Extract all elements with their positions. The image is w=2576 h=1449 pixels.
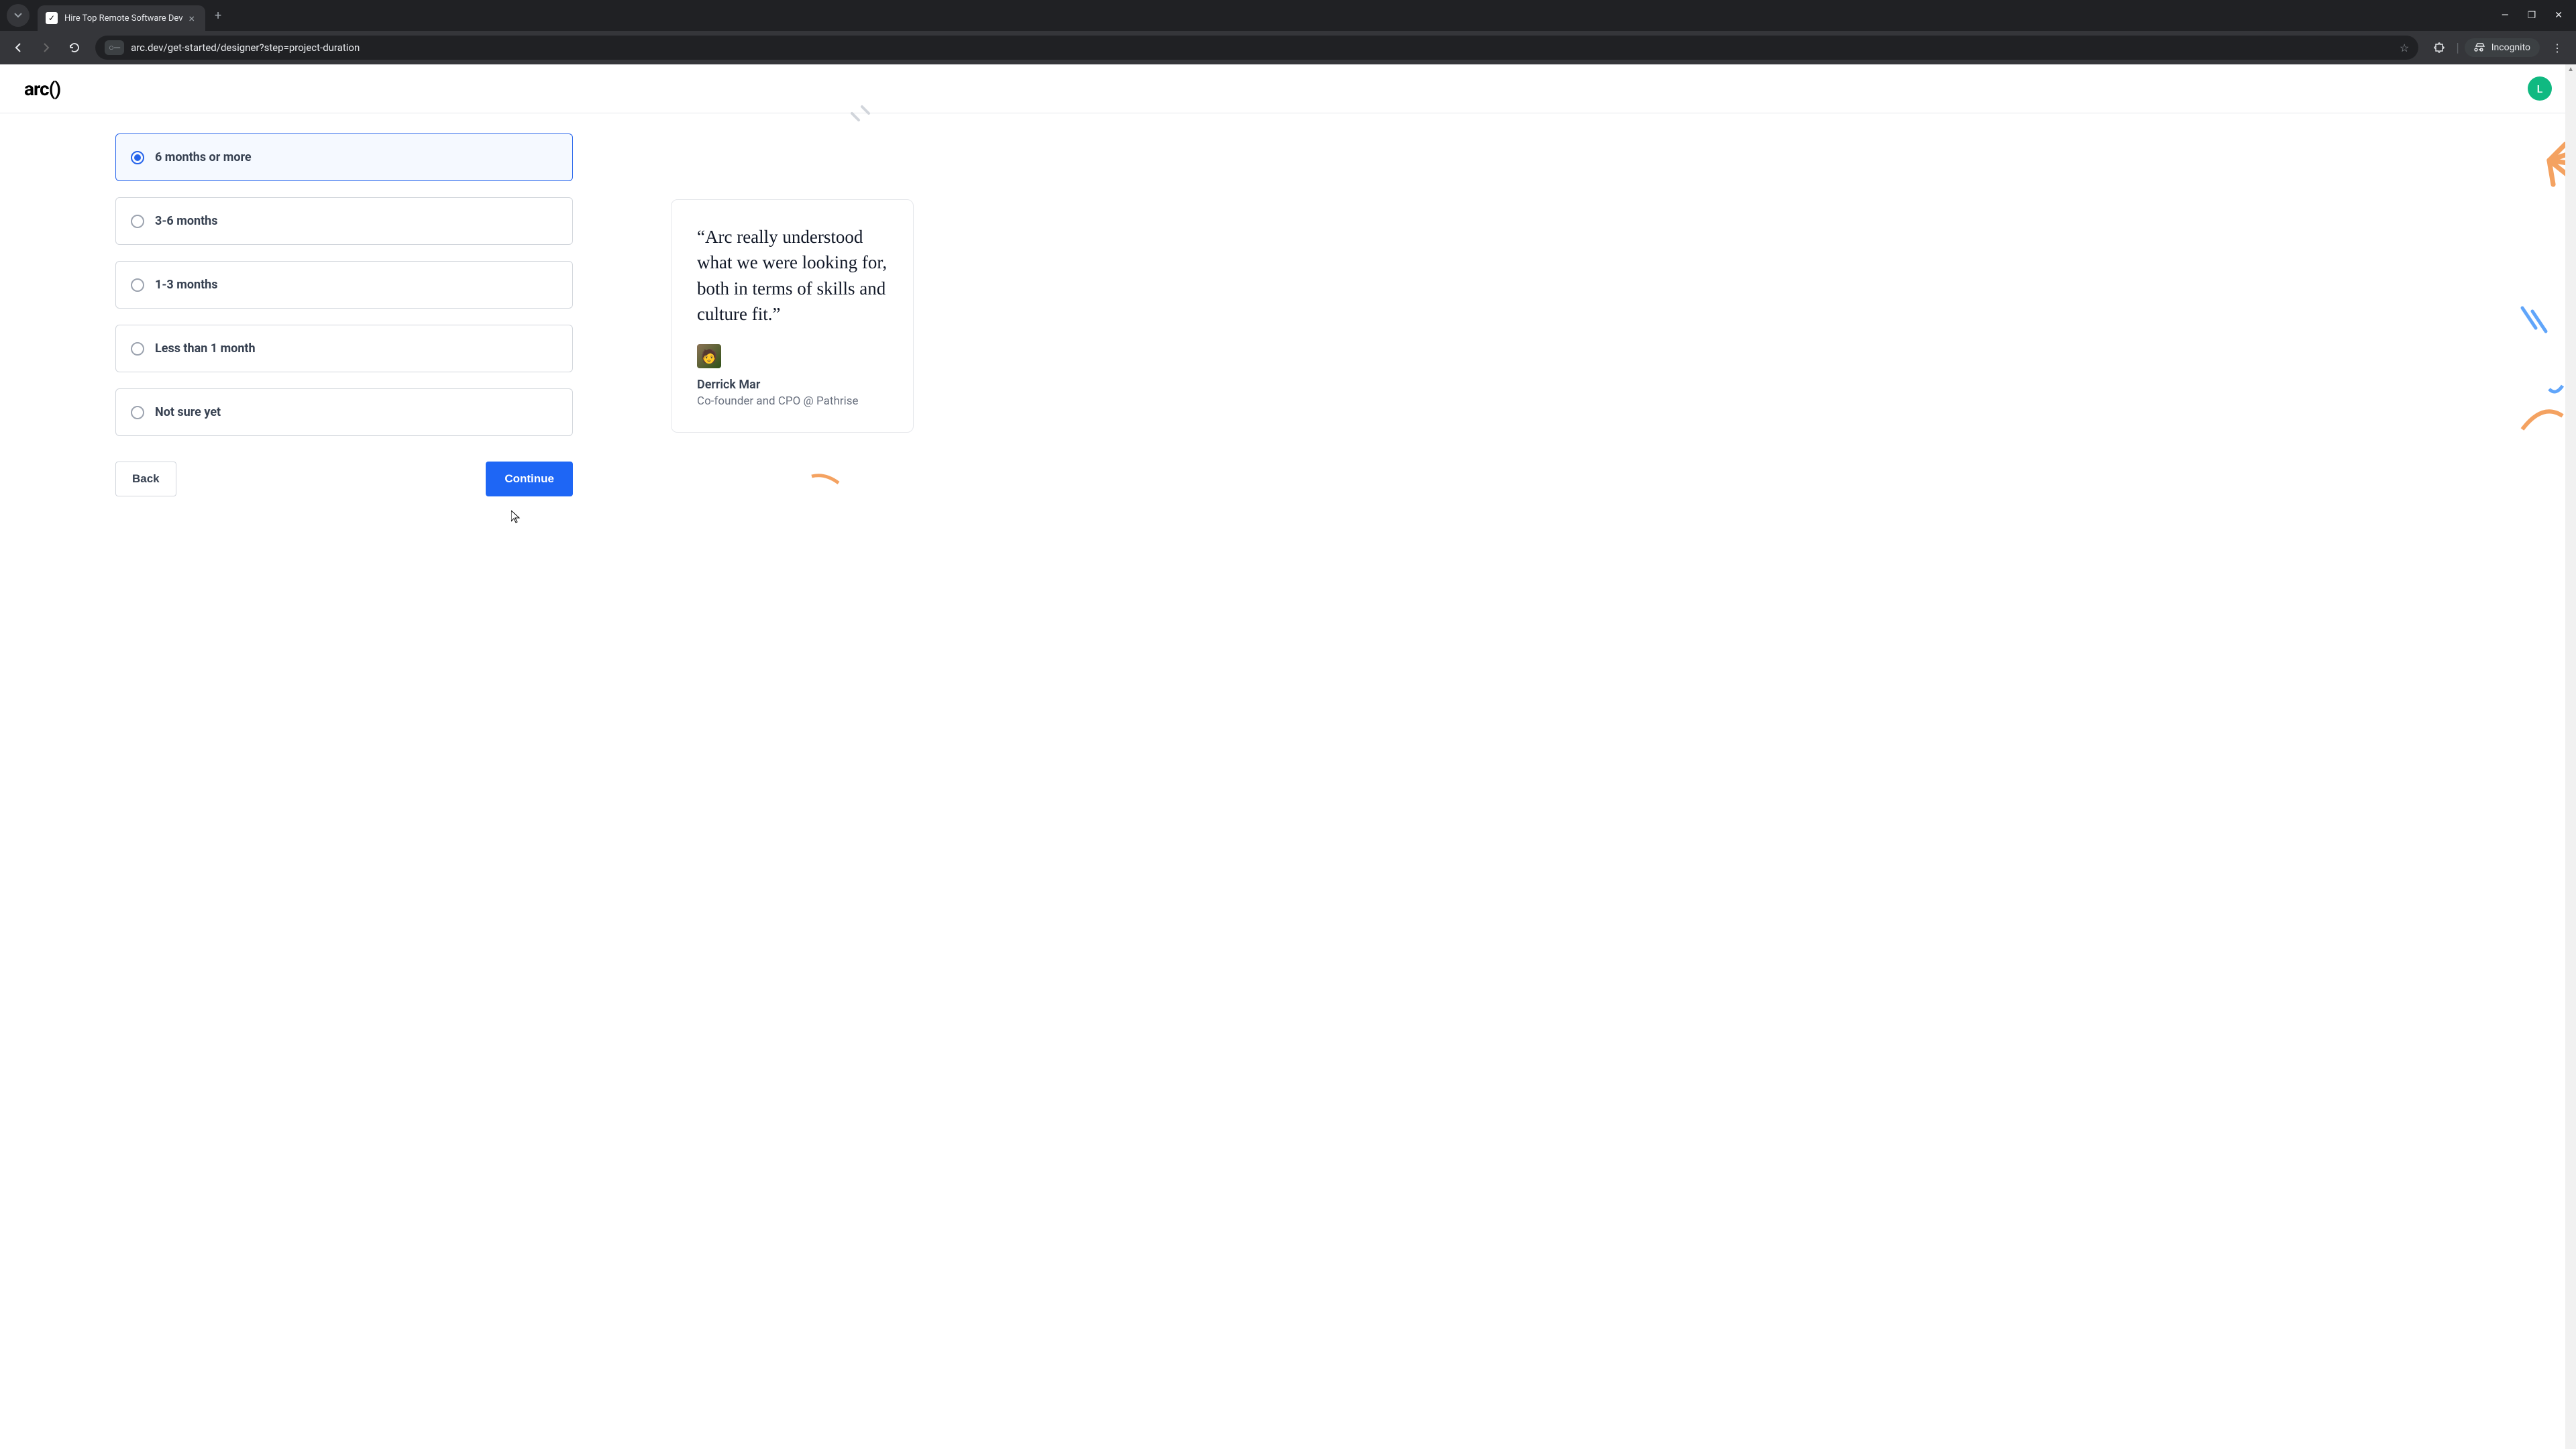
tab-title: Hire Top Remote Software Dev xyxy=(64,13,186,23)
user-avatar[interactable]: L xyxy=(2528,76,2552,101)
testimonial-title: Co-founder and CPO @ Pathrise xyxy=(697,394,888,408)
tab-favicon-icon: ✓ xyxy=(46,12,58,24)
radio-label: Less than 1 month xyxy=(155,341,256,356)
radio-option-not-sure[interactable]: Not sure yet xyxy=(115,388,573,436)
radio-label: 6 months or more xyxy=(155,150,252,164)
new-tab-button[interactable]: + xyxy=(215,9,221,23)
browser-chrome: ✓ Hire Top Remote Software Dev × + — ❐ ✕… xyxy=(0,0,2576,64)
radio-option-6-months-or-more[interactable]: 6 months or more xyxy=(115,133,573,181)
form-buttons: Back Continue xyxy=(115,462,573,496)
scrollbar[interactable]: ▲ xyxy=(2565,64,2576,1449)
radio-icon xyxy=(131,278,144,292)
puzzle-icon xyxy=(2433,42,2445,54)
minimize-button[interactable]: — xyxy=(2502,10,2509,21)
radio-option-3-6-months[interactable]: 3-6 months xyxy=(115,197,573,245)
testimonial-quote: “Arc really understood what we were look… xyxy=(697,224,888,327)
close-icon[interactable]: × xyxy=(186,12,197,25)
arrow-left-icon xyxy=(12,42,24,54)
back-nav-button[interactable] xyxy=(7,36,30,59)
testimonial-avatar: 🧑 xyxy=(697,344,721,368)
arc-logo[interactable]: arc() xyxy=(24,78,60,100)
incognito-label: Incognito xyxy=(2491,42,2530,53)
incognito-icon xyxy=(2474,43,2486,52)
radio-icon xyxy=(131,406,144,419)
tab-search-dropdown[interactable] xyxy=(7,4,30,27)
arrow-right-icon xyxy=(40,42,52,54)
radio-icon xyxy=(131,151,144,164)
duration-form: 6 months or more 3-6 months 1-3 months L… xyxy=(115,133,573,496)
radio-label: Not sure yet xyxy=(155,405,221,419)
back-button[interactable]: Back xyxy=(115,462,176,496)
page-content: arc() L 6 months or more 3-6 months 1-3 … xyxy=(0,64,2576,1449)
bookmark-icon[interactable]: ☆ xyxy=(2400,42,2409,54)
radio-icon xyxy=(131,215,144,228)
testimonial-name: Derrick Mar xyxy=(697,378,888,392)
browser-tab[interactable]: ✓ Hire Top Remote Software Dev × xyxy=(38,5,205,31)
window-controls: — ❐ ✕ xyxy=(2502,10,2576,21)
decorative-lines-icon xyxy=(2516,301,2556,355)
forward-nav-button[interactable] xyxy=(35,36,58,59)
reload-button[interactable] xyxy=(63,36,86,59)
maximize-button[interactable]: ❐ xyxy=(2528,10,2536,21)
reload-icon xyxy=(68,42,80,54)
page-header: arc() L xyxy=(0,64,2576,113)
menu-button[interactable]: ⋮ xyxy=(2545,42,2569,54)
close-window-button[interactable]: ✕ xyxy=(2555,10,2563,21)
site-info-icon[interactable]: ○─ xyxy=(105,40,124,55)
main-content: 6 months or more 3-6 months 1-3 months L… xyxy=(0,113,2576,496)
separator: | xyxy=(2456,41,2459,55)
decorative-curve-icon xyxy=(805,470,845,510)
continue-button[interactable]: Continue xyxy=(486,462,573,496)
radio-option-1-3-months[interactable]: 1-3 months xyxy=(115,261,573,309)
chevron-down-icon xyxy=(14,13,22,18)
scroll-up-arrow-icon[interactable]: ▲ xyxy=(2567,66,2574,73)
mouse-cursor-icon xyxy=(511,511,522,527)
address-bar: ○─ arc.dev/get-started/designer?step=pro… xyxy=(0,31,2576,64)
radio-option-less-than-1-month[interactable]: Less than 1 month xyxy=(115,325,573,372)
radio-icon xyxy=(131,342,144,356)
radio-label: 3-6 months xyxy=(155,214,217,228)
testimonial-card: “Arc really understood what we were look… xyxy=(671,199,914,433)
tab-bar: ✓ Hire Top Remote Software Dev × + — ❐ ✕ xyxy=(0,0,2576,31)
url-text: arc.dev/get-started/designer?step=projec… xyxy=(131,42,2393,54)
extensions-button[interactable] xyxy=(2428,36,2451,59)
incognito-badge[interactable]: Incognito xyxy=(2465,38,2540,57)
url-bar[interactable]: ○─ arc.dev/get-started/designer?step=pro… xyxy=(95,36,2418,60)
radio-label: 1-3 months xyxy=(155,278,217,292)
